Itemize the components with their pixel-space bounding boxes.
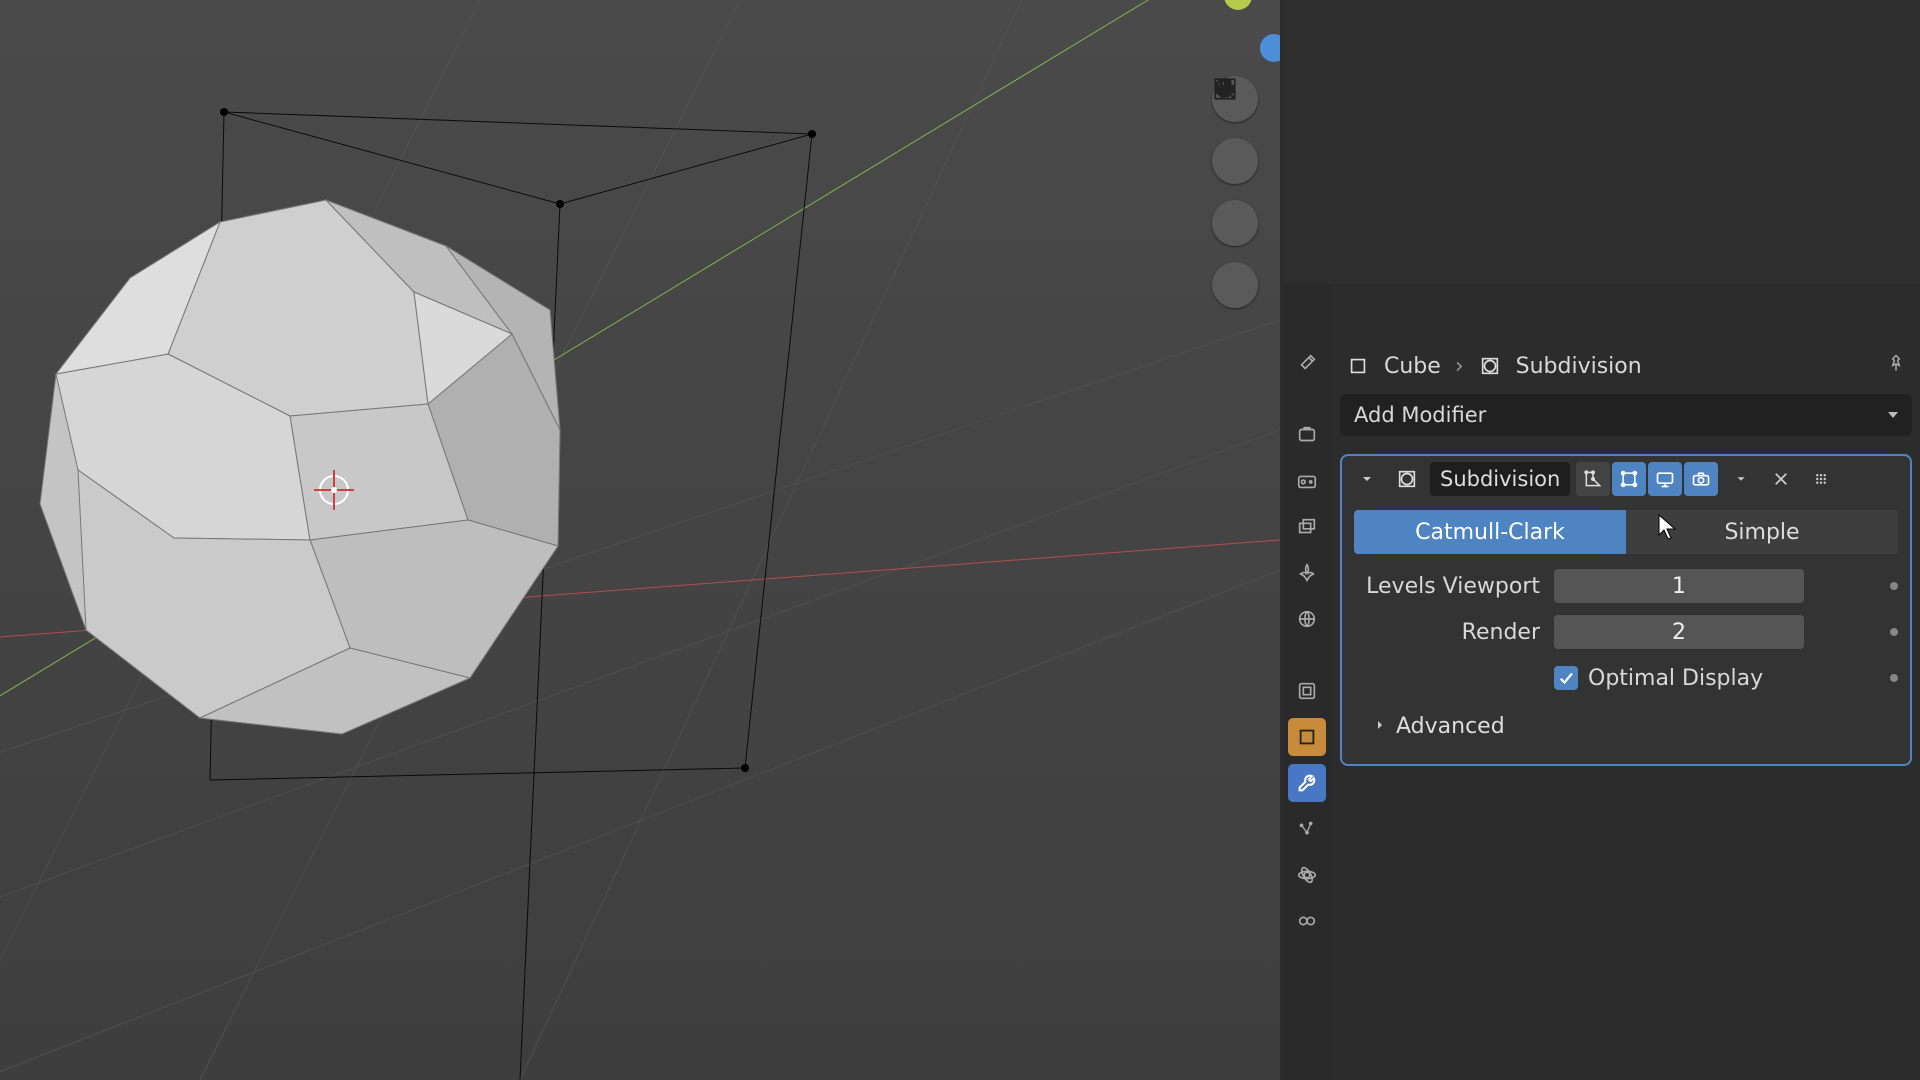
mesh-subdivided xyxy=(40,200,560,734)
tab-tool[interactable] xyxy=(1288,344,1326,382)
render-levels-label: Render xyxy=(1354,620,1554,645)
outliner-area[interactable] xyxy=(1282,0,1920,284)
subsurf-icon xyxy=(1478,354,1502,378)
tab-modifiers[interactable] xyxy=(1288,764,1326,802)
modifier-name-field[interactable]: Subdivision xyxy=(1430,462,1570,496)
chevron-right-icon xyxy=(1372,714,1388,739)
levels-viewport-label: Levels Viewport xyxy=(1354,574,1554,599)
tab-object[interactable] xyxy=(1288,718,1326,756)
tab-world[interactable] xyxy=(1288,600,1326,638)
pan-icon[interactable] xyxy=(1212,138,1258,184)
advanced-label: Advanced xyxy=(1396,714,1505,739)
modifier-name-text: Subdivision xyxy=(1440,467,1560,491)
tab-render[interactable] xyxy=(1288,416,1326,454)
add-modifier-label: Add Modifier xyxy=(1354,403,1486,427)
animate-property-button[interactable] xyxy=(1890,582,1898,590)
breadcrumb-modifier[interactable]: Subdivision xyxy=(1516,354,1642,379)
tab-constraints[interactable] xyxy=(1288,902,1326,940)
toggle-render[interactable] xyxy=(1684,462,1718,496)
toggle-edit-mode[interactable] xyxy=(1612,462,1646,496)
chevron-down-icon xyxy=(1888,412,1898,418)
viewport-3d[interactable] xyxy=(0,0,1280,1080)
pin-icon[interactable] xyxy=(1886,353,1906,379)
camera-view-icon[interactable] xyxy=(1212,200,1258,246)
properties-content: Cube › Subdivision Add Modifier xyxy=(1332,284,1920,1080)
animate-property-button[interactable] xyxy=(1890,674,1898,682)
optimal-display-checkbox[interactable] xyxy=(1554,666,1578,690)
add-modifier-dropdown[interactable]: Add Modifier xyxy=(1340,394,1912,436)
subsurf-icon xyxy=(1390,462,1424,496)
tab-scene[interactable] xyxy=(1288,554,1326,592)
chevron-right-icon: › xyxy=(1455,354,1464,379)
tab-output[interactable] xyxy=(1288,462,1326,500)
nav-gizmo[interactable] xyxy=(1166,0,1252,86)
tab-particles[interactable] xyxy=(1288,810,1326,848)
tab-collection[interactable] xyxy=(1288,672,1326,710)
breadcrumb-object[interactable]: Cube xyxy=(1384,354,1441,379)
animate-property-button[interactable] xyxy=(1890,628,1898,636)
properties-tabs xyxy=(1282,284,1332,1080)
breadcrumb: Cube › Subdivision xyxy=(1340,344,1912,388)
mesh-icon xyxy=(1346,354,1370,378)
advanced-subpanel-toggle[interactable]: Advanced xyxy=(1354,704,1898,748)
algorithm-segmented: Catmull-Clark Simple xyxy=(1354,510,1898,554)
algorithm-simple[interactable]: Simple xyxy=(1626,510,1898,554)
tab-viewlayer[interactable] xyxy=(1288,508,1326,546)
toggle-edit-cage[interactable] xyxy=(1576,462,1610,496)
modifier-delete[interactable] xyxy=(1764,462,1798,496)
algorithm-catmull-clark[interactable]: Catmull-Clark xyxy=(1354,510,1626,554)
modifier-drag-handle[interactable] xyxy=(1804,462,1838,496)
modifier-panel-subdivision: Subdivision xyxy=(1340,454,1912,766)
modifier-extras-dropdown[interactable] xyxy=(1724,462,1758,496)
panel-collapse-toggle[interactable] xyxy=(1350,462,1384,496)
render-levels-field[interactable]: 2 xyxy=(1554,615,1804,649)
toggle-realtime[interactable] xyxy=(1648,462,1682,496)
tab-physics[interactable] xyxy=(1288,856,1326,894)
perspective-toggle-icon[interactable] xyxy=(1212,262,1258,308)
optimal-display-label: Optimal Display xyxy=(1588,666,1763,691)
levels-viewport-field[interactable]: 1 xyxy=(1554,569,1804,603)
